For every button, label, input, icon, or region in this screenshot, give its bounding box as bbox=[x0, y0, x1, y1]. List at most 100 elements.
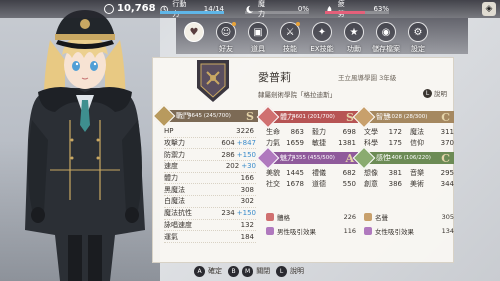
nav-icon: ◉ bbox=[376, 22, 396, 42]
nav-item-1[interactable]: ☺ 好友 bbox=[210, 20, 242, 56]
nav-item-7[interactable]: ⚙ 設定 bbox=[402, 20, 434, 56]
school-crest-icon bbox=[197, 60, 229, 102]
extra-stat: 男性吸引效果 116 bbox=[266, 226, 356, 236]
intellect-stats: 文學 172 魔法 311 科學 175 信仰 370 bbox=[364, 126, 454, 148]
physical-stat-row: 生命 863 毅力 698 bbox=[266, 126, 356, 137]
nav-label: 設定 bbox=[411, 45, 425, 53]
stat-label: 科學 bbox=[364, 138, 378, 147]
nav-item-2[interactable]: ▣ 道具 bbox=[242, 20, 274, 56]
stat-value: 698 bbox=[342, 127, 356, 136]
sensitivity-header: 感性 1406 (106/220) C bbox=[352, 146, 454, 170]
stat-value: 863 bbox=[290, 127, 304, 136]
top-status-bar: 10,768 行動力 14/14 魔力 0% 疲勞 63% ◈ bbox=[0, 0, 500, 18]
stat-value: 1678 bbox=[286, 179, 304, 188]
voice-stat-row: 想像 381 音樂 295 bbox=[364, 167, 454, 178]
stat-label: 道德 bbox=[312, 179, 326, 188]
nav-item-4[interactable]: ✦ EX技能 bbox=[306, 20, 338, 56]
nav-label: 儲存檔案 bbox=[372, 45, 400, 53]
sensitivity-stats: 想像 381 音樂 295 創意 386 美術 344 bbox=[364, 167, 454, 189]
nav-icon: ★ bbox=[344, 22, 364, 42]
stat-value: 550 bbox=[342, 179, 356, 188]
explain-button[interactable]: L 說明 bbox=[423, 88, 447, 98]
stat-bonus: +150 bbox=[236, 150, 256, 159]
stat-label: 創意 bbox=[364, 179, 378, 188]
help-hint[interactable]: L 說明 bbox=[276, 262, 304, 280]
stat-value: 386 bbox=[388, 179, 402, 188]
physical-stats: 生命 863 毅力 698 力氣 1659 敏捷 1381 bbox=[266, 126, 356, 148]
stat-label: 魔法抗性 bbox=[164, 209, 192, 218]
stat-value: 381 bbox=[388, 168, 402, 177]
combat-stat-row: 白魔法 302 bbox=[164, 196, 256, 208]
stat-label: 美貌 bbox=[266, 168, 280, 177]
stat-value: 184 bbox=[240, 232, 254, 241]
combat-stat-row: HP 3226 bbox=[164, 126, 256, 138]
magic-label: 魔力 bbox=[257, 0, 265, 18]
a-key-icon: A bbox=[194, 265, 205, 277]
m-key-icon: M bbox=[242, 265, 254, 277]
stat-label: 魔法 bbox=[410, 127, 424, 136]
stat-value: 1445 bbox=[286, 168, 304, 177]
intellect-header: 智慧 1028 (28/300) C bbox=[352, 105, 454, 129]
combat-stat-row: 魔法抗性 234 +150 bbox=[164, 208, 256, 220]
stat-label: 體力 bbox=[164, 174, 178, 183]
charm-stats: 美貌 1445 禮儀 682 社交 1678 道德 550 bbox=[266, 167, 356, 189]
intellect-stat-row: 科學 175 信仰 370 bbox=[364, 137, 454, 148]
physical-header: 體力 4601 (201/700) S bbox=[256, 105, 358, 129]
b-key-icon: B bbox=[228, 265, 239, 277]
stat-label: 運氣 bbox=[164, 232, 178, 241]
extra-stat-value: 134 bbox=[441, 227, 454, 235]
charm-header: 魅力 4355 (455/500) A bbox=[256, 146, 358, 170]
combat-grade: S bbox=[246, 109, 254, 123]
extra-stat-icon bbox=[364, 213, 372, 221]
stat-value: 3226 bbox=[236, 127, 254, 136]
menu-toggle-button[interactable]: ◈ bbox=[482, 2, 496, 16]
stat-label: 速度 bbox=[164, 162, 178, 171]
stat-label: 想像 bbox=[364, 168, 378, 177]
stat-value: 370 bbox=[440, 138, 454, 147]
stat-value: 1381 bbox=[338, 138, 356, 147]
extra-stat-icon bbox=[266, 227, 274, 235]
stat-label: 社交 bbox=[266, 179, 280, 188]
extra-stat-icon bbox=[364, 227, 372, 235]
l-key-icon: L bbox=[276, 265, 287, 277]
nav-item-0[interactable]: ♥ bbox=[178, 20, 210, 56]
stat-value: 286 bbox=[221, 150, 235, 159]
charm-stat-row: 美貌 1445 禮儀 682 bbox=[266, 167, 356, 178]
close-hint[interactable]: B M 關閉 bbox=[228, 262, 270, 280]
nav-label: 好友 bbox=[219, 45, 233, 53]
stat-value: 172 bbox=[388, 127, 402, 136]
nav-item-6[interactable]: ◉ 儲存檔案 bbox=[370, 20, 402, 56]
character-name: 愛普莉 bbox=[258, 71, 291, 84]
stat-label: 信仰 bbox=[410, 138, 424, 147]
extra-stat-value: 305 bbox=[441, 213, 454, 221]
combat-stats-list: HP 3226 攻擊力 604 +847 防禦力 286 +150 速度 202 +30 體力 166 黑… bbox=[164, 126, 256, 243]
extra-stat-value: 116 bbox=[343, 227, 356, 235]
stat-value: 302 bbox=[240, 197, 254, 206]
stat-label: HP bbox=[164, 127, 174, 136]
stat-label: 毅力 bbox=[312, 127, 326, 136]
fatigue-fill bbox=[325, 11, 366, 14]
combat-stat-row: 運氣 184 bbox=[164, 231, 256, 243]
nav-label: 功勳 bbox=[347, 45, 361, 53]
coin-value: 10,768 bbox=[117, 3, 156, 14]
combat-stat-row: 防禦力 286 +150 bbox=[164, 149, 256, 162]
confirm-hint[interactable]: A 確定 bbox=[194, 262, 222, 280]
stat-label: 攻擊力 bbox=[164, 139, 185, 148]
stat-label: 文學 bbox=[364, 127, 378, 136]
nav-item-3[interactable]: ⚔ 技能 bbox=[274, 20, 306, 56]
stat-value: 166 bbox=[240, 174, 254, 183]
stat-value: 234 bbox=[221, 209, 235, 218]
extra-stat-label: 體格 bbox=[277, 214, 290, 222]
stat-bonus: +150 bbox=[236, 209, 256, 218]
coin-icon bbox=[104, 3, 114, 14]
nav-label: 道具 bbox=[251, 45, 265, 53]
stat-value: 604 bbox=[221, 139, 235, 148]
action-label: 行動力 bbox=[172, 0, 187, 18]
stat-label: 詠唱速度 bbox=[164, 220, 192, 229]
school-year: 王立風導學園 3年級 bbox=[338, 74, 397, 82]
extra-stat-label: 名聲 bbox=[375, 214, 388, 222]
stat-value: 132 bbox=[240, 220, 254, 229]
stat-label: 防禦力 bbox=[164, 150, 185, 159]
stat-value: 682 bbox=[342, 168, 356, 177]
nav-item-5[interactable]: ★ 功勳 bbox=[338, 20, 370, 56]
